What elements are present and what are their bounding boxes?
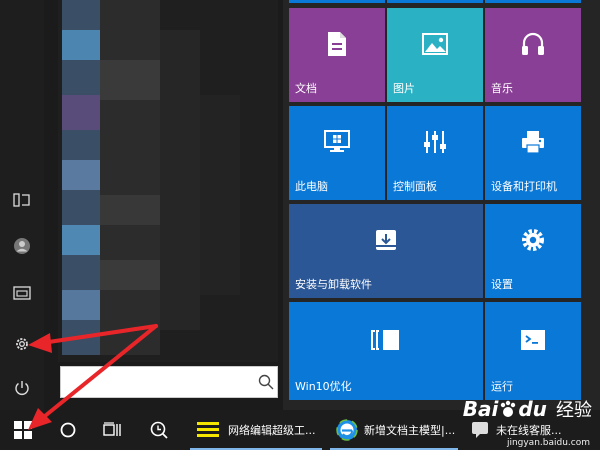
task-view-icon (103, 422, 121, 436)
tile-label: 运行 (491, 380, 513, 393)
taskbar-app-label: 网络编辑超级工... (228, 424, 316, 437)
user-avatar-icon[interactable] (0, 228, 44, 264)
search-box[interactable] (60, 366, 278, 398)
tile-label: 文档 (295, 82, 317, 95)
app-timer-button[interactable] (136, 410, 182, 450)
start-button[interactable] (0, 410, 46, 450)
clock-search-icon (150, 421, 168, 439)
tile-label: 图片 (393, 82, 415, 95)
tile-install-uninstall[interactable]: 安装与卸载软件 (289, 204, 483, 298)
tile-settings[interactable]: 设置 (485, 204, 581, 298)
notepad-icon (197, 422, 219, 437)
taskbar-app-label: 未在线客服... (496, 424, 562, 437)
taskbar-app-browser[interactable]: 新增文档主模型|... (330, 410, 458, 450)
cortana-button[interactable] (46, 410, 90, 450)
task-view-button[interactable] (90, 410, 134, 450)
watermark-site: jingyan.baidu.com (506, 438, 590, 448)
headphones-icon (522, 32, 544, 55)
computer-icon (324, 130, 350, 152)
document-icon (328, 32, 346, 56)
chat-icon (472, 422, 488, 438)
tablet-mode-icon[interactable] (0, 182, 44, 218)
file-explorer-icon[interactable] (0, 275, 44, 311)
taskbar-app-editor[interactable]: 网络编辑超级工... (190, 410, 322, 450)
tile-documents[interactable]: 文档 (289, 8, 385, 102)
taskbar-app-label: 新增文档主模型|... (364, 424, 456, 437)
browser-e-icon (336, 419, 358, 441)
tile-label: 音乐 (491, 82, 513, 95)
cortana-circle-icon (60, 422, 76, 438)
gear-icon (522, 229, 544, 251)
watermark-brand-2: du (518, 397, 547, 421)
picture-icon (422, 33, 448, 55)
tile-win10-optimize[interactable]: Win10优化 (289, 302, 483, 400)
run-icon (521, 330, 545, 350)
windows-logo-icon (14, 421, 32, 439)
tile-label: 设置 (491, 278, 513, 291)
tile-label: 设备和打印机 (491, 180, 557, 193)
optimize-icon (371, 330, 399, 350)
tile-control-panel[interactable]: 控制面板 (387, 106, 483, 200)
start-menu-left-rail (0, 0, 44, 410)
search-input[interactable] (67, 367, 251, 397)
watermark-brand: Bai (462, 397, 499, 421)
tile-devices-printers[interactable]: 设备和打印机 (485, 106, 581, 200)
tile-music[interactable]: 音乐 (485, 8, 581, 102)
tile-this-pc[interactable]: 此电脑 (289, 106, 385, 200)
paw-icon (501, 400, 516, 417)
tile-label: 此电脑 (295, 180, 328, 193)
install-icon (376, 230, 396, 250)
watermark-product: 经验 (556, 400, 592, 421)
blurred-app-list (58, 0, 278, 362)
tile-label: Win10优化 (295, 380, 352, 393)
baidu-jingyan-watermark: Bai du 经验 (463, 396, 592, 422)
search-icon[interactable] (257, 373, 275, 391)
printer-icon (522, 131, 544, 154)
tile-pictures[interactable]: 图片 (387, 8, 483, 102)
settings-gear-icon[interactable] (0, 326, 44, 362)
power-icon[interactable] (0, 370, 44, 406)
control-panel-icon (424, 131, 446, 153)
tile-label: 安装与卸载软件 (295, 278, 372, 291)
tile-run[interactable]: 运行 (485, 302, 581, 400)
live-tile-area: 文档 图片 音乐 此电脑 控制面板 设备和打印机 安装与卸载软件 设置 Win1… (283, 0, 600, 410)
tile-label: 控制面板 (393, 180, 437, 193)
